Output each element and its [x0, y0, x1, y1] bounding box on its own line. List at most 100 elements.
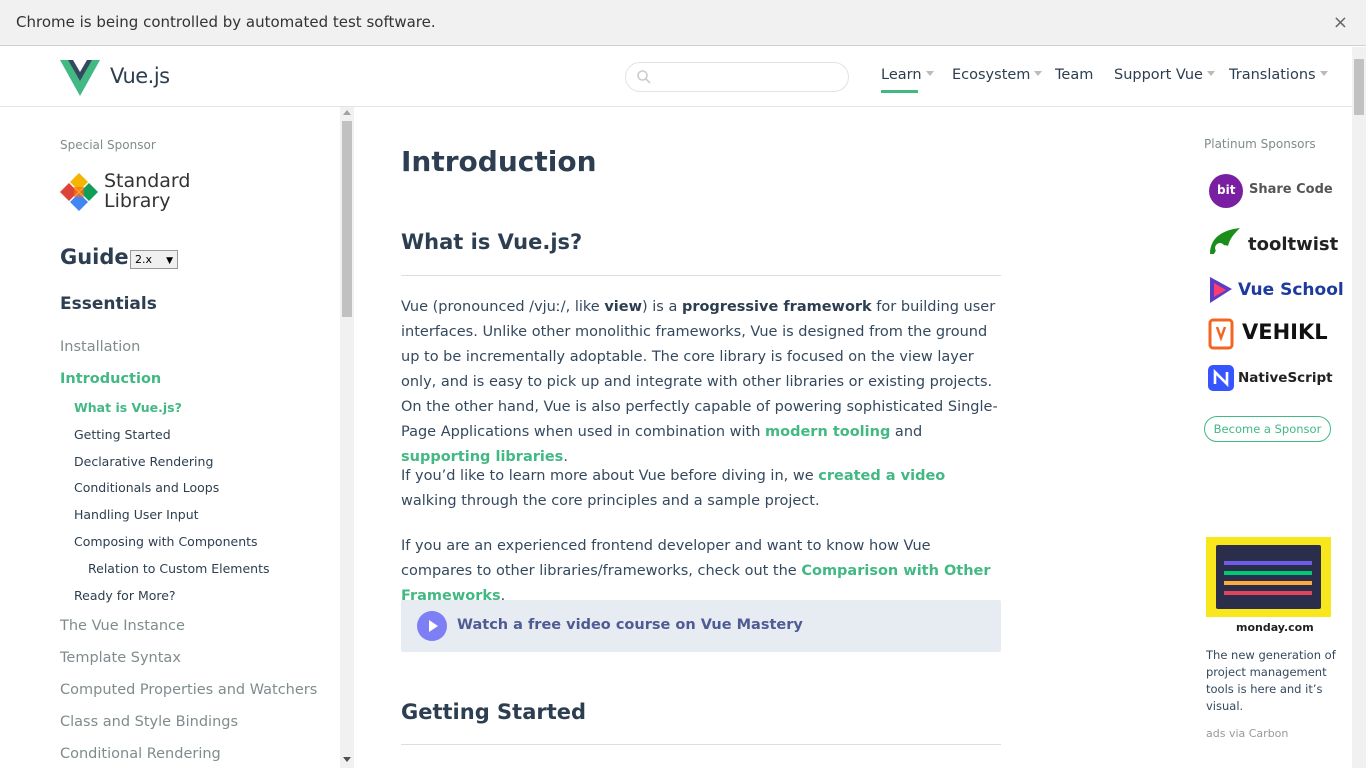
- sponsor-vue-school[interactable]: Vue School: [1206, 272, 1344, 308]
- chevron-down-icon: [1034, 70, 1043, 76]
- comparison-paragraph: If you are an experienced frontend devel…: [401, 534, 1001, 609]
- search-box[interactable]: [625, 62, 849, 92]
- logo-text[interactable]: Vue.js: [110, 64, 170, 88]
- ad-bar: [1224, 581, 1312, 585]
- sidebar-subitem-conditionals-loops[interactable]: Conditionals and Loops: [74, 480, 219, 495]
- standard-library-logo-icon[interactable]: [60, 173, 98, 211]
- special-sponsor-label: Special Sponsor: [60, 138, 156, 152]
- p2-text-2: walking through the core principles and …: [401, 493, 820, 509]
- sponsor-vehikl[interactable]: VEHIKL: [1206, 316, 1336, 352]
- chevron-down-icon: [1319, 70, 1328, 76]
- sponsor-name: Vue School: [1238, 280, 1344, 300]
- standard-library-text[interactable]: Standard Library: [104, 171, 190, 211]
- sidebar-item-introduction[interactable]: Introduction: [60, 371, 161, 387]
- version-value: 2.x: [135, 253, 153, 266]
- play-icon: [417, 611, 447, 641]
- nav-translations-label: Translations: [1229, 67, 1316, 83]
- intro-paragraph: Vue (pronounced /vjuː/, like view) is a …: [401, 295, 1001, 470]
- scroll-up-arrow-icon[interactable]: [343, 110, 351, 115]
- divider: [401, 275, 1001, 276]
- nav-support-vue[interactable]: Support Vue: [1114, 67, 1215, 83]
- page-scrollbar[interactable]: [1352, 47, 1366, 768]
- vue-mastery-text: Watch a free video course on Vue Mastery: [457, 617, 803, 633]
- tooltwist-logo-icon: [1210, 228, 1240, 254]
- sidebar-item-class-style-bindings[interactable]: Class and Style Bindings: [60, 714, 238, 730]
- nav-translations[interactable]: Translations: [1229, 67, 1328, 83]
- sidebar-subitem-what-is-vue[interactable]: What is Vue.js?: [74, 400, 182, 415]
- sidebar-subitem-declarative-rendering[interactable]: Declarative Rendering: [74, 454, 213, 469]
- platinum-sponsors-label: Platinum Sponsors: [1204, 137, 1316, 151]
- nav-learn-label: Learn: [881, 67, 922, 83]
- sidebar-subitem-composing-components[interactable]: Composing with Components: [74, 534, 258, 549]
- nav-learn[interactable]: Learn: [881, 67, 934, 83]
- site-header: Vue.js Learn Ecosystem Team Support Vue …: [0, 47, 1352, 107]
- vue-mastery-banner[interactable]: Watch a free video course on Vue Mastery: [401, 600, 1001, 652]
- sidebar-subitem-custom-elements[interactable]: Relation to Custom Elements: [88, 561, 270, 576]
- sponsor-name: VEHIKL: [1242, 320, 1328, 344]
- nav-ecosystem-label: Ecosystem: [952, 67, 1031, 83]
- close-icon[interactable]: ×: [1333, 12, 1348, 33]
- ad-bar: [1224, 561, 1312, 565]
- sponsor-nativescript[interactable]: NativeScript: [1206, 361, 1336, 397]
- p1-bold-view: view: [604, 299, 642, 315]
- chevron-down-icon: [925, 70, 934, 76]
- scroll-down-arrow-icon[interactable]: [343, 757, 351, 762]
- ad-screenshot: [1216, 545, 1321, 609]
- guide-title: Guide: [60, 245, 129, 269]
- vehikl-logo-icon: [1208, 318, 1234, 350]
- p1-text-1: Vue (pronounced /vjuː/, like: [401, 299, 605, 315]
- sponsor-bit[interactable]: bit Share Code: [1206, 173, 1336, 209]
- link-modern-tooling[interactable]: modern tooling: [765, 424, 890, 440]
- infobar-message: Chrome is being controlled by automated …: [16, 13, 436, 31]
- sponsors-panel: Platinum Sponsors bit Share Code tooltwi…: [1200, 107, 1350, 768]
- sidebar-scrollbar[interactable]: [340, 107, 354, 768]
- select-arrow-icon: ▼: [166, 256, 173, 266]
- nav-team[interactable]: Team: [1055, 67, 1093, 83]
- search-input[interactable]: [656, 67, 842, 87]
- sidebar-subitem-getting-started[interactable]: Getting Started: [74, 427, 171, 442]
- nav-support-label: Support Vue: [1114, 67, 1203, 83]
- p1-text-3: for building user interfaces. Unlike oth…: [401, 299, 998, 440]
- heading-getting-started: Getting Started: [401, 700, 587, 724]
- chevron-down-icon: [1206, 70, 1215, 76]
- sponsor-name: Share Code: [1249, 182, 1333, 197]
- link-supporting-libraries[interactable]: supporting libraries: [401, 449, 563, 465]
- sidebar-scrollbar-thumb[interactable]: [342, 121, 352, 317]
- vue-logo-icon[interactable]: [60, 60, 100, 96]
- search-icon: [637, 70, 651, 84]
- page-scrollbar-thumb[interactable]: [1354, 59, 1364, 115]
- sidebar-item-conditional-rendering[interactable]: Conditional Rendering: [60, 746, 221, 762]
- sidebar-item-computed-properties[interactable]: Computed Properties and Watchers: [60, 682, 317, 698]
- sidebar-subitem-handling-input[interactable]: Handling User Input: [74, 507, 199, 522]
- vue-school-logo-icon: [1210, 277, 1232, 303]
- ad-bar: [1224, 571, 1312, 575]
- p1-text-5: .: [563, 449, 568, 465]
- page-title: Introduction: [401, 145, 597, 178]
- version-select[interactable]: 2.x ▼: [130, 250, 178, 269]
- sponsor-line-1: Standard: [104, 170, 191, 192]
- sponsor-name: tooltwist: [1248, 234, 1339, 255]
- main-content: Introduction What is Vue.js? Vue (pronou…: [401, 107, 1001, 768]
- sponsor-tooltwist[interactable]: tooltwist: [1206, 224, 1339, 260]
- sidebar-item-vue-instance[interactable]: The Vue Instance: [60, 618, 185, 634]
- nav-ecosystem[interactable]: Ecosystem: [952, 67, 1043, 83]
- ad-text[interactable]: The new generation of project management…: [1206, 647, 1336, 715]
- sponsor-line-2: Library: [104, 190, 171, 212]
- sidebar-subitem-ready-for-more[interactable]: Ready for More?: [74, 588, 176, 603]
- p2-text-1: If you’d like to learn more about Vue be…: [401, 468, 819, 484]
- become-sponsor-button[interactable]: Become a Sponsor: [1204, 416, 1331, 442]
- p1-text-2: ) is a: [641, 299, 682, 315]
- ad-brand[interactable]: monday.com: [1236, 621, 1314, 634]
- sponsor-name: NativeScript: [1238, 370, 1333, 386]
- automation-infobar: Chrome is being controlled by automated …: [0, 0, 1366, 46]
- sidebar-item-installation[interactable]: Installation: [60, 339, 140, 355]
- nativescript-logo-icon: [1208, 365, 1234, 391]
- carbon-ad-image[interactable]: [1206, 537, 1331, 617]
- section-essentials: Essentials: [60, 294, 157, 314]
- link-created-video[interactable]: created a video: [818, 468, 945, 484]
- p1-bold-progressive: progressive framework: [681, 299, 872, 315]
- active-nav-underline: [881, 90, 918, 93]
- ads-via-carbon[interactable]: ads via Carbon: [1206, 727, 1288, 740]
- sidebar-item-template-syntax[interactable]: Template Syntax: [60, 650, 181, 666]
- divider: [401, 744, 1001, 745]
